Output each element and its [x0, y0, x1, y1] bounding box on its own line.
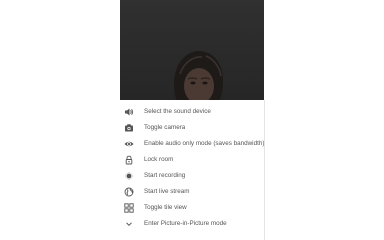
- record-icon: [124, 171, 134, 181]
- globe-icon: [124, 187, 134, 197]
- menu-item-lock-room[interactable]: Lock room: [120, 152, 264, 168]
- menu-item-label: Start live stream: [144, 188, 190, 195]
- menu-item-audio-only-mode[interactable]: Enable audio only mode (saves bandwidth): [120, 136, 264, 152]
- menu-item-label: Lock room: [144, 156, 174, 163]
- menu-item-start-recording[interactable]: Start recording: [120, 168, 264, 184]
- menu-item-toggle-camera[interactable]: Toggle camera: [120, 120, 264, 136]
- speaker-icon: [124, 107, 134, 117]
- menu-item-picture-in-picture[interactable]: Enter Picture-in-Picture mode: [120, 216, 264, 232]
- menu-item-label: Start recording: [144, 172, 186, 179]
- menu-item-label: Enter Picture-in-Picture mode: [144, 220, 227, 227]
- tile-view-icon: [124, 203, 134, 213]
- participant-video-feed: [174, 50, 224, 100]
- eye-icon: [124, 139, 134, 149]
- menu-item-start-live-stream[interactable]: Start live stream: [120, 184, 264, 200]
- menu-item-label: Toggle tile view: [144, 204, 187, 211]
- video-preview: [120, 0, 264, 100]
- menu-item-toggle-tile-view[interactable]: Toggle tile view: [120, 200, 264, 216]
- menu-item-label: Enable audio only mode (saves bandwidth): [144, 140, 264, 147]
- menu-item-label: Select the sound device: [144, 108, 211, 115]
- overflow-menu: Select the sound device Toggle camera En…: [120, 100, 265, 240]
- camera-icon: [124, 123, 134, 133]
- menu-item-label: Toggle camera: [144, 124, 186, 131]
- chevron-down-icon: [124, 219, 134, 229]
- menu-item-select-sound-device[interactable]: Select the sound device: [120, 104, 264, 120]
- lock-icon: [124, 155, 134, 165]
